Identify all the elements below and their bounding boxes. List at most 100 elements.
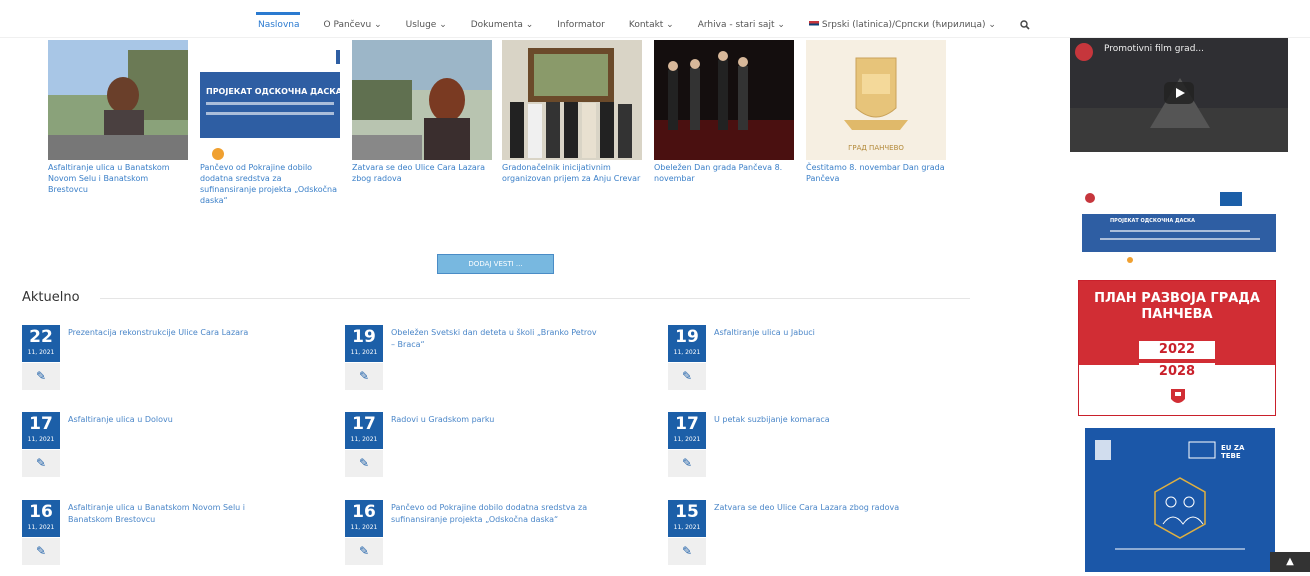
banner-text: ПРОЈЕКАТ ОДСКОЧНА ДАСКА — [206, 87, 340, 96]
news-card[interactable]: ГРАД ПАНЧЕВО Čestitamo 8. novembar Dan g… — [806, 40, 946, 184]
event-title[interactable]: Pančevo od Pokrajine dobilo dodatna sred… — [391, 502, 601, 526]
pencil-icon[interactable]: ✎ — [345, 363, 383, 390]
city-logo-text: ГРАД ПАНЧЕВО — [848, 144, 904, 152]
news-caption[interactable]: Asfaltiranje ulica u Banatskom Novom Sel… — [48, 162, 188, 195]
serbian-flag-icon — [808, 21, 819, 28]
scroll-to-top-button[interactable]: ▲ — [1270, 552, 1310, 572]
news-thumbnail[interactable] — [352, 40, 492, 160]
news-caption[interactable]: Gradonačelnik inicijativnim organizovan … — [502, 162, 642, 184]
event-item[interactable]: 19 11, 2021 ✎ Obeležen Svetski dan deteta… — [345, 325, 645, 395]
nav-item-contact[interactable]: Kontakt ⌄ — [629, 20, 674, 33]
news-caption[interactable]: Obeležen Dan grada Pančeva 8. novembar — [654, 162, 794, 184]
event-date: 16 11, 2021 — [345, 500, 383, 537]
pencil-icon[interactable]: ✎ — [345, 538, 383, 565]
event-day: 19 — [675, 327, 699, 347]
event-title[interactable]: Zatvara se deo Ulice Cara Lazara zbog ra… — [714, 502, 924, 514]
event-title[interactable]: Asfaltiranje ulica u Banatskom Novom Sel… — [68, 502, 278, 526]
active-tab-indicator — [256, 12, 300, 15]
event-month: 11, 2021 — [673, 349, 701, 356]
news-thumbnail[interactable] — [502, 40, 642, 160]
language-label: Srpski (latinica)/Српски (ћирилица) ⌄ — [821, 20, 996, 30]
event-title[interactable]: Obeležen Svetski dan deteta u školi „Bra… — [391, 327, 601, 351]
event-title[interactable]: Radovi u Gradskom parku — [391, 414, 601, 426]
event-month: 11, 2021 — [350, 436, 378, 443]
play-icon[interactable] — [1164, 82, 1194, 104]
event-month: 11, 2021 — [27, 349, 55, 356]
eu-label: EU ZA TEBE — [1221, 444, 1245, 460]
coat-of-arms-icon — [1171, 389, 1185, 403]
section-title: Aktuelno — [22, 290, 80, 305]
pencil-icon[interactable]: ✎ — [22, 363, 60, 390]
news-thumbnail[interactable]: ПРОЈЕКАТ ОДСКОЧНА ДАСКА — [200, 40, 340, 160]
plan-year-start: 2022 — [1139, 341, 1215, 359]
pencil-icon[interactable]: ✎ — [22, 450, 60, 477]
plan-title: ПЛАН РАЗВОЈА ГРАДА ПАНЧЕВА — [1094, 291, 1260, 322]
nav-item-about[interactable]: O Pančevu ⌄ — [324, 20, 382, 33]
pencil-icon[interactable]: ✎ — [668, 363, 706, 390]
event-month: 11, 2021 — [27, 436, 55, 443]
plan-year-end: 2028 — [1139, 363, 1215, 381]
event-item[interactable]: 16 11, 2021 ✎ Pančevo od Pokrajine dobilo… — [345, 500, 645, 570]
promo-video-embed[interactable]: Promotivni film grad... — [1070, 38, 1288, 152]
event-title[interactable]: U petak suzbijanje komaraca — [714, 414, 924, 426]
event-date: 22 11, 2021 — [22, 325, 60, 362]
event-date: 15 11, 2021 — [668, 500, 706, 537]
event-title[interactable]: Asfaltiranje ulica u Jabuci — [714, 327, 924, 339]
event-date: 17 11, 2021 — [668, 412, 706, 449]
news-card[interactable]: Gradonačelnik inicijativnim organizovan … — [502, 40, 642, 184]
event-day: 17 — [29, 414, 53, 434]
event-item[interactable]: 19 11, 2021 ✎ Asfaltiranje ulica u Jabuci — [668, 325, 968, 395]
news-caption[interactable]: Čestitamo 8. novembar Dan grada Pančeva — [806, 162, 946, 184]
nav-item-home[interactable]: Naslovna — [258, 20, 300, 33]
news-card[interactable]: Obeležen Dan grada Pančeva 8. novembar — [654, 40, 794, 184]
top-navigation: Naslovna O Pančevu ⌄ Usluge ⌄ Dokumenta … — [0, 0, 1310, 38]
event-date: 17 11, 2021 — [22, 412, 60, 449]
video-title[interactable]: Promotivni film grad... — [1104, 44, 1204, 54]
event-item[interactable]: 15 11, 2021 ✎ Zatvara se deo Ulice Cara L… — [668, 500, 968, 570]
event-month: 11, 2021 — [673, 436, 701, 443]
news-thumbnail[interactable]: ГРАД ПАНЧЕВО — [806, 40, 946, 160]
odskocna-daska-banner[interactable]: ПРОЈЕКАТ ОДСКОЧНА ДАСКА — [1070, 188, 1288, 266]
nav-item-informator[interactable]: Informator — [557, 20, 605, 33]
event-item[interactable]: 17 11, 2021 ✎ Asfaltiranje ulica u Dolovu — [22, 412, 322, 482]
event-day: 16 — [352, 502, 376, 522]
event-month: 11, 2021 — [673, 524, 701, 531]
event-title[interactable]: Prezentacija rekonstrukcije Ulice Cara L… — [68, 327, 278, 339]
news-carousel: Asfaltiranje ulica u Banatskom Novom Sel… — [48, 40, 998, 220]
event-date: 17 11, 2021 — [345, 412, 383, 449]
more-news-button[interactable]: DODAJ VESTI ... — [437, 254, 554, 274]
news-card[interactable]: Zatvara se deo Ulice Cara Lazara zbog ra… — [352, 40, 492, 184]
nav-item-services[interactable]: Usluge ⌄ — [406, 20, 447, 33]
event-month: 11, 2021 — [27, 524, 55, 531]
section-divider — [100, 298, 970, 299]
event-title[interactable]: Asfaltiranje ulica u Dolovu — [68, 414, 278, 426]
event-date: 19 11, 2021 — [345, 325, 383, 362]
pencil-icon[interactable]: ✎ — [668, 538, 706, 565]
news-caption[interactable]: Pančevo od Pokrajine dobilo dodatna sred… — [200, 162, 340, 206]
event-month: 11, 2021 — [350, 349, 378, 356]
event-month: 11, 2021 — [350, 524, 378, 531]
news-caption[interactable]: Zatvara se deo Ulice Cara Lazara zbog ra… — [352, 162, 492, 184]
event-date: 16 11, 2021 — [22, 500, 60, 537]
banner-text: ПРОЈЕКАТ ОДСКОЧНА ДАСКА — [1110, 218, 1195, 224]
nav-item-documents[interactable]: Dokumenta ⌄ — [471, 20, 534, 33]
event-day: 16 — [29, 502, 53, 522]
event-day: 15 — [675, 502, 699, 522]
pencil-icon[interactable]: ✎ — [668, 450, 706, 477]
nav-item-archive[interactable]: Arhiva - stari sajt ⌄ — [698, 20, 785, 33]
event-day: 17 — [675, 414, 699, 434]
pencil-icon[interactable]: ✎ — [345, 450, 383, 477]
eu-project-banner[interactable]: EU ZA TEBE — [1085, 428, 1275, 572]
nav-item-language[interactable]: Srpski (latinica)/Српски (ћирилица) ⌄ — [808, 20, 996, 33]
event-item[interactable]: 17 11, 2021 ✎ U petak suzbijanje komaraca — [668, 412, 968, 482]
event-item[interactable]: 16 11, 2021 ✎ Asfaltiranje ulica u Banats… — [22, 500, 322, 570]
event-item[interactable]: 17 11, 2021 ✎ Radovi u Gradskom parku — [345, 412, 645, 482]
development-plan-banner[interactable]: ПЛАН РАЗВОЈА ГРАДА ПАНЧЕВА 2022 2028 — [1078, 280, 1276, 416]
search-icon[interactable] — [1020, 20, 1030, 33]
pencil-icon[interactable]: ✎ — [22, 538, 60, 565]
news-card[interactable]: ПРОЈЕКАТ ОДСКОЧНА ДАСКА Pančevo od Pokra… — [200, 40, 340, 206]
event-item[interactable]: 22 11, 2021 ✎ Prezentacija rekonstrukcije… — [22, 325, 322, 395]
news-card[interactable]: Asfaltiranje ulica u Banatskom Novom Sel… — [48, 40, 188, 195]
news-thumbnail[interactable] — [48, 40, 188, 160]
news-thumbnail[interactable] — [654, 40, 794, 160]
